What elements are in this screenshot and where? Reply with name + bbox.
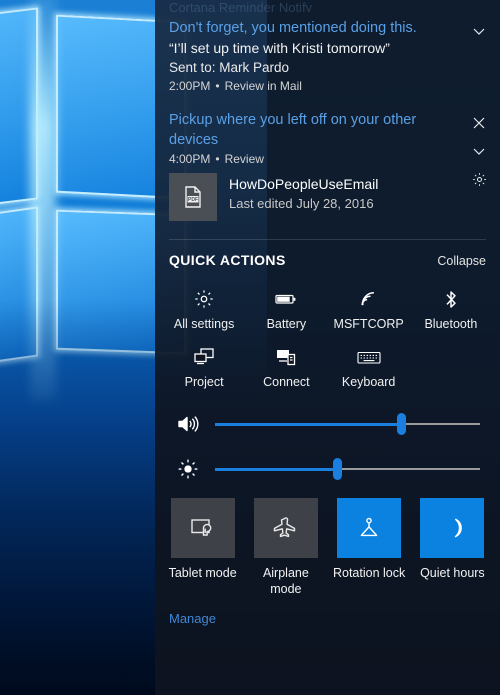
quick-action-label: All settings [173,317,235,331]
quick-action-label: Battery [266,317,307,331]
notification-cortana-reminder[interactable]: Don't forget, you mentioned doing this. … [155,12,500,104]
notification-time: 4:00PM [169,152,211,166]
wifi-icon [358,288,379,310]
collapse-button[interactable]: Collapse [437,254,486,268]
keyboard-icon [357,346,381,368]
meta-separator: • [215,79,220,93]
brightness-slider[interactable] [215,458,480,480]
volume-slider[interactable] [215,413,480,435]
quick-actions-title: QUICK ACTIONS [169,252,286,268]
notification-title: Don't forget, you mentioned doing this. [169,20,417,36]
tablet-mode-icon [170,498,235,558]
slider-fill [215,467,337,471]
airplane-icon [253,498,318,558]
document-name: HowDoPeopleUseEmail [229,176,379,192]
connect-display-icon [275,346,297,368]
slider-thumb[interactable] [396,413,406,435]
chevron-down-icon[interactable] [468,20,490,42]
notification-title: Pickup where you left off on your other … [169,112,417,148]
quick-action-label: Connect [263,375,310,389]
notification-controls [468,20,490,42]
tile-label: Airplane mode [262,566,309,596]
toggle-tiles: Tablet mode Airplane mode Rotation lock [155,492,500,597]
tile-tablet-mode[interactable]: Tablet mode [163,498,242,597]
slider-fill [215,422,401,426]
battery-icon [275,288,297,310]
quick-action-bluetooth[interactable]: Bluetooth [410,284,492,340]
svg-text:PDF: PDF [188,197,198,203]
brightness-slider-row [155,446,500,492]
document-row[interactable]: PDF HowDoPeopleUseEmail Last edited July… [169,173,486,221]
quick-action-label: Bluetooth [424,317,478,331]
notification-recipient: Sent to: Mark Pardo [169,60,290,75]
quick-action-empty-slot [410,342,492,398]
document-last-edited: Last edited July 28, 2016 [229,196,374,211]
quick-action-wifi-msftcorp[interactable]: MSFTCORP [328,284,410,340]
manage-link[interactable]: Manage [155,597,500,636]
quick-action-all-settings[interactable]: All settings [163,284,245,340]
gear-icon[interactable] [468,168,490,190]
volume-slider-row [155,402,500,446]
quick-actions-grid: All settings Battery MSFTCORP Bluetooth … [155,274,500,402]
close-icon[interactable] [468,112,490,134]
quick-action-label: Project [184,375,224,389]
notification-controls [468,112,490,190]
brightness-sun-icon[interactable] [175,458,201,480]
quick-action-battery[interactable]: Battery [245,284,327,340]
quick-action-label: Keyboard [341,375,396,389]
notification-meta: 4:00PM • Review [169,150,486,169]
bluetooth-icon [443,288,459,310]
tile-airplane-mode[interactable]: Airplane mode [246,498,325,597]
project-screens-icon [193,346,215,368]
pdf-file-icon: PDF [169,173,217,221]
document-text: HowDoPeopleUseEmail Last edited July 28,… [229,173,378,213]
gear-icon [194,288,214,310]
notification-action-link[interactable]: Review [225,152,264,166]
clipped-notification-top: Cortana Reminder Notify [169,0,313,12]
quick-action-label: MSFTCORP [333,317,404,331]
quick-actions-header: QUICK ACTIONS Collapse [155,240,500,274]
moon-icon [420,498,485,558]
rotation-lock-icon [337,498,402,558]
tile-label: Rotation lock [332,566,406,580]
tile-rotation-lock[interactable]: Rotation lock [330,498,409,597]
notification-quote: “I’ll set up time with Kristi tomorrow” [169,40,390,56]
tile-label: Tablet mode [168,566,237,580]
chevron-down-icon[interactable] [468,140,490,162]
speaker-icon[interactable] [175,414,201,434]
notification-action-link[interactable]: Review in Mail [225,79,302,93]
notification-time: 2:00PM [169,79,211,93]
notification-meta: 2:00PM • Review in Mail [169,77,486,96]
quick-action-keyboard[interactable]: Keyboard [328,342,410,398]
quick-action-connect[interactable]: Connect [245,342,327,398]
notification-pickup-where-left-off[interactable]: Pickup where you left off on your other … [155,104,500,229]
slider-thumb[interactable] [332,458,342,480]
quick-action-project[interactable]: Project [163,342,245,398]
action-center-panel: Cortana Reminder Notify Don't forget, yo… [155,0,500,695]
tile-quiet-hours[interactable]: Quiet hours [413,498,492,597]
tile-label: Quiet hours [420,566,485,580]
meta-separator: • [215,152,220,166]
